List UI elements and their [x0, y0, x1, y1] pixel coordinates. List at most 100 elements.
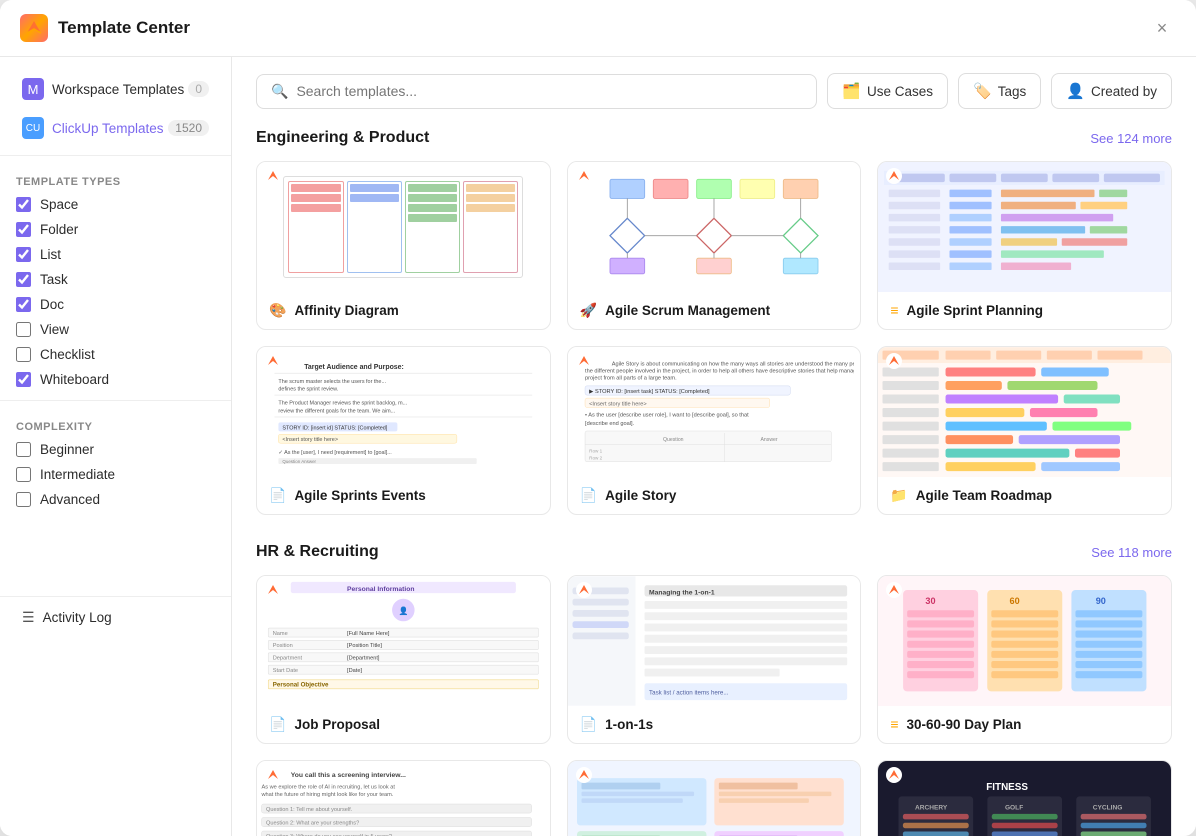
svg-text:Row 2: Row 2: [589, 456, 603, 461]
type-task-checkbox[interactable]: [16, 272, 31, 287]
type-checklist-item[interactable]: Checklist: [0, 342, 231, 367]
sidebar-item-workspace[interactable]: M Workspace Templates 0: [6, 70, 225, 108]
complexity-beginner-item[interactable]: Beginner: [0, 437, 231, 462]
sidebar-bottom: ☰ Activity Log: [0, 596, 231, 634]
template-thumb-one-on-one: Managing the 1-on-1 Task list: [568, 576, 861, 706]
complexity-beginner-checkbox[interactable]: [16, 442, 31, 457]
template-card-b3[interactable]: FITNESS ARCHERY GOLF CYCLING: [877, 760, 1172, 836]
svg-text:👤: 👤: [399, 605, 409, 615]
template-thumb-team-roadmap: [878, 347, 1171, 477]
svg-text:[Department]: [Department]: [347, 656, 380, 662]
template-card-one-on-one[interactable]: Managing the 1-on-1 Task list: [567, 575, 862, 744]
complexity-intermediate-item[interactable]: Intermediate: [0, 462, 231, 487]
modal-body: M Workspace Templates 0 CU ClickUp Templ…: [0, 57, 1196, 836]
type-checklist-checkbox[interactable]: [16, 347, 31, 362]
activity-log-item[interactable]: ☰ Activity Log: [6, 601, 225, 634]
tags-label: Tags: [998, 84, 1027, 99]
template-card-b2[interactable]: 📄 Loading...: [567, 760, 862, 836]
type-list-checkbox[interactable]: [16, 247, 31, 262]
type-whiteboard-checkbox[interactable]: [16, 372, 31, 387]
sprints-events-name: Agile Sprints Events: [294, 488, 425, 503]
sidebar-divider-1: [0, 155, 231, 156]
tags-icon: 🏷️: [973, 82, 992, 100]
sprint-plan-name: Agile Sprint Planning: [907, 303, 1044, 318]
template-card-job-proposal[interactable]: Personal Information 👤 Name [Full Name H…: [256, 575, 551, 744]
search-bar-row: 🔍 🗂️ Use Cases 🏷️ Tags 👤 Created by: [256, 73, 1172, 109]
complexity-advanced-label: Advanced: [40, 492, 100, 507]
template-thumb-scrum: [568, 162, 861, 292]
svg-text:<Insert story title here>: <Insert story title here>: [589, 401, 647, 407]
agile-story-type-icon: 📄: [580, 487, 597, 504]
template-card-sprint-plan[interactable]: ≡ Agile Sprint Planning: [877, 161, 1172, 330]
type-space-label: Space: [40, 197, 78, 212]
type-view-checkbox[interactable]: [16, 322, 31, 337]
template-card-affinity[interactable]: 🎨 Affinity Diagram: [256, 161, 551, 330]
type-folder-label: Folder: [40, 222, 78, 237]
one-on-one-name: 1-on-1s: [605, 717, 653, 732]
section-engineering-see-more[interactable]: See 124 more: [1090, 131, 1172, 146]
svg-text:Row 1: Row 1: [589, 449, 603, 454]
svg-text:[Date]: [Date]: [347, 668, 362, 674]
svg-text:[Full Name Here]: [Full Name Here]: [347, 631, 390, 637]
template-card-team-roadmap[interactable]: 📁 Agile Team Roadmap: [877, 346, 1172, 515]
type-checklist-label: Checklist: [40, 347, 95, 362]
type-space-item[interactable]: Space: [0, 192, 231, 217]
template-footer-affinity: 🎨 Affinity Diagram: [257, 292, 550, 329]
template-card-scrum[interactable]: 🚀 Agile Scrum Management: [567, 161, 862, 330]
type-space-checkbox[interactable]: [16, 197, 31, 212]
template-thumb-plan-90: 30 60 90: [878, 576, 1171, 706]
type-list-item[interactable]: List: [0, 242, 231, 267]
activity-log-icon: ☰: [22, 609, 35, 626]
svg-text:✓ As the [user], I need [requi: ✓ As the [user], I need [requirement] to…: [278, 450, 392, 456]
close-button[interactable]: ×: [1148, 14, 1176, 42]
svg-text:Personal Objective: Personal Objective: [273, 682, 329, 689]
job-proposal-inner: Personal Information 👤 Name [Full Name H…: [257, 576, 550, 706]
type-doc-item[interactable]: Doc: [0, 292, 231, 317]
one-on-one-type-icon: 📄: [580, 716, 597, 733]
svg-text:You call this a screening inte: You call this a screening interview...: [291, 772, 406, 779]
team-roadmap-inner: [878, 347, 1171, 477]
sprint-plan-svg: [884, 170, 1165, 284]
type-folder-item[interactable]: Folder: [0, 217, 231, 242]
team-roadmap-name: Agile Team Roadmap: [916, 488, 1052, 503]
sprints-events-type-icon: 📄: [269, 487, 286, 504]
complexity-intermediate-checkbox[interactable]: [16, 467, 31, 482]
sidebar-item-clickup[interactable]: CU ClickUp Templates 1520: [6, 109, 225, 147]
svg-text:As we explore the role of AI i: As we explore the role of AI in recruiti…: [262, 784, 396, 790]
complexity-advanced-item[interactable]: Advanced: [0, 487, 231, 512]
thumb-affinity-inner: [257, 162, 550, 292]
svg-text:▶ STORY ID: [insert task] STAT: ▶ STORY ID: [insert task] STATUS: [Compl…: [589, 389, 710, 395]
template-card-plan-90[interactable]: 30 60 90: [877, 575, 1172, 744]
template-thumb-affinity: [257, 162, 550, 292]
type-doc-checkbox[interactable]: [16, 297, 31, 312]
b2-inner: [568, 761, 861, 836]
svg-text:Target Audience and Purpose:: Target Audience and Purpose:: [304, 364, 404, 371]
type-view-item[interactable]: View: [0, 317, 231, 342]
complexity-advanced-checkbox[interactable]: [16, 492, 31, 507]
svg-text:Task list / action items here.: Task list / action items here...: [649, 689, 729, 696]
engineering-grid: 🎨 Affinity Diagram: [256, 161, 1172, 515]
type-folder-checkbox[interactable]: [16, 222, 31, 237]
tags-button[interactable]: 🏷️ Tags: [958, 73, 1041, 109]
template-card-agile-story[interactable]: Agile Story is about communicating on ho…: [567, 346, 862, 515]
template-card-b1[interactable]: You call this a screening interview... A…: [256, 760, 551, 836]
agile-story-svg: Agile Story is about communicating on ho…: [574, 353, 855, 471]
svg-text:Position: Position: [273, 643, 293, 649]
template-footer-sprints-events: 📄 Agile Sprints Events: [257, 477, 550, 514]
svg-text:30: 30: [925, 596, 935, 606]
svg-text:GOLF: GOLF: [1005, 805, 1023, 812]
scrum-type-icon: 🚀: [580, 302, 597, 319]
template-thumb-b2: [568, 761, 861, 836]
agile-story-inner: Agile Story is about communicating on ho…: [568, 347, 861, 477]
svg-text:60: 60: [1009, 596, 1019, 606]
template-card-sprints-events[interactable]: Target Audience and Purpose: The scrum m…: [256, 346, 551, 515]
use-cases-button[interactable]: 🗂️ Use Cases: [827, 73, 948, 109]
type-whiteboard-item[interactable]: Whiteboard: [0, 367, 231, 392]
section-hr-see-more[interactable]: See 118 more: [1091, 545, 1172, 560]
type-task-item[interactable]: Task: [0, 267, 231, 292]
plan-90-inner: 30 60 90: [878, 576, 1171, 706]
search-input-wrapper[interactable]: 🔍: [256, 74, 817, 109]
created-by-button[interactable]: 👤 Created by: [1051, 73, 1172, 109]
search-input[interactable]: [296, 83, 802, 99]
sprints-events-svg: Target Audience and Purpose: The scrum m…: [265, 355, 542, 469]
